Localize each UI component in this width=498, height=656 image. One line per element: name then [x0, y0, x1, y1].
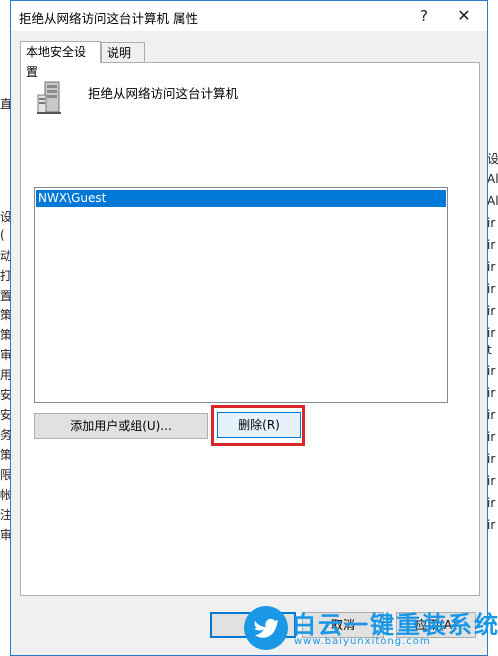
window-title: 拒绝从网络访问这台计算机 属性 [19, 11, 198, 26]
tab-panel: 拒绝从网络访问这台计算机 NWX\Guest 添加用户或组(U)... 删除(R… [20, 62, 480, 596]
server-icon [35, 81, 67, 115]
help-button[interactable]: ? [409, 5, 439, 27]
tab-explain[interactable]: 说明 [101, 42, 145, 62]
bg-left-text: ( [0, 228, 5, 242]
add-user-or-group-button[interactable]: 添加用户或组(U)... [34, 413, 208, 439]
list-item[interactable]: NWX\Guest [36, 190, 446, 207]
bg-right-text: 设 [487, 152, 498, 166]
account-list[interactable]: NWX\Guest [34, 187, 448, 403]
bg-right-text: ir [487, 216, 496, 230]
properties-dialog: 拒绝从网络访问这台计算机 属性 ? ✕ 本地安全设置 说明 拒绝从网络访问这台计… [10, 0, 488, 656]
bg-right-text: Al [487, 172, 498, 186]
bg-right-text: ir [487, 518, 496, 532]
bg-right-text: ir [487, 496, 496, 510]
bg-right-text: ir [487, 452, 496, 466]
bg-right-text: ir [487, 364, 496, 378]
bg-right-text: ir [487, 304, 496, 318]
bg-right-text: Al [487, 194, 498, 208]
watermark-url: www.baiyunxitong.com [294, 636, 431, 647]
bg-right-text: ir [487, 260, 496, 274]
watermark: 白云一键重装系统 www.baiyunxitong.com [244, 606, 498, 656]
bg-right-text: ir [487, 326, 496, 340]
bg-right-text: ir [487, 474, 496, 488]
watermark-brand: 白云一键重装系统 [292, 611, 498, 639]
remove-button[interactable]: 删除(R) [217, 412, 301, 438]
policy-title: 拒绝从网络访问这台计算机 [88, 86, 239, 101]
bg-right-text: ir [487, 408, 496, 422]
bird-logo-icon [244, 606, 288, 650]
tab-local-security-setting[interactable]: 本地安全设置 [20, 41, 101, 79]
title-bar[interactable]: 拒绝从网络访问这台计算机 属性 ? ✕ [11, 1, 487, 31]
bg-right-text: ir [487, 238, 496, 252]
bg-right-text: ir [487, 386, 496, 400]
bg-right-text: ir [487, 282, 496, 296]
bg-right-text: ir [487, 430, 496, 444]
close-button[interactable]: ✕ [449, 5, 479, 27]
